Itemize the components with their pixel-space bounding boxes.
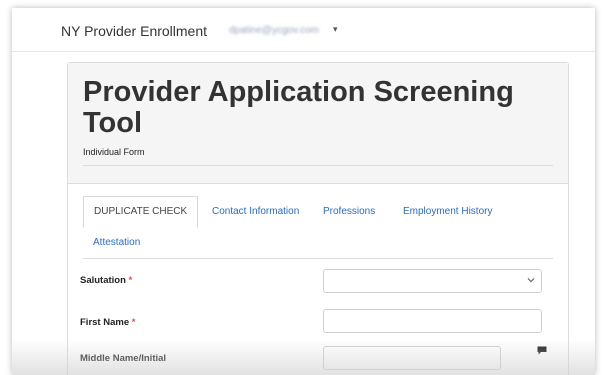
brand-link[interactable]: NY Provider Enrollment [61, 23, 207, 39]
user-email[interactable]: dpatine@ycgov.com [229, 25, 319, 36]
middle-name-input[interactable] [323, 346, 501, 370]
required-mark: * [128, 275, 133, 286]
first-name-label: First Name * [80, 317, 135, 328]
form-card: Provider Application Screening Tool Indi… [67, 62, 569, 375]
first-name-input[interactable] [323, 309, 542, 333]
tab-contact-information[interactable]: Contact Information [212, 206, 299, 217]
salutation-label: Salutation * [80, 275, 132, 286]
tab-employment-history[interactable]: Employment History [403, 206, 492, 217]
tab-professions[interactable]: Professions [323, 206, 375, 217]
chevron-down-icon [527, 276, 535, 286]
required-mark: * [131, 317, 136, 328]
tab-duplicate-check[interactable]: DUPLICATE CHECK [83, 196, 199, 228]
middle-name-label-text: Middle Name/Initial [80, 353, 167, 364]
comment-icon[interactable] [537, 346, 547, 355]
card-header: Provider Application Screening Tool Indi… [68, 63, 568, 184]
chevron-down-icon[interactable]: ▾ [333, 24, 338, 35]
salutation-label-text: Salutation [80, 275, 126, 286]
salutation-select[interactable] [323, 269, 542, 293]
first-name-label-text: First Name [80, 317, 130, 328]
header-divider [83, 165, 553, 166]
top-navbar: NY Provider Enrollment dpatine@ycgov.com… [12, 8, 595, 52]
tab-attestation[interactable]: Attestation [93, 237, 140, 248]
tabs-divider [83, 258, 553, 259]
page-title: Provider Application Screening Tool [83, 76, 514, 139]
form-subtitle: Individual Form [83, 147, 145, 157]
middle-name-label: Middle Name/Initial [80, 353, 166, 364]
app-window: NY Provider Enrollment dpatine@ycgov.com… [12, 8, 595, 375]
